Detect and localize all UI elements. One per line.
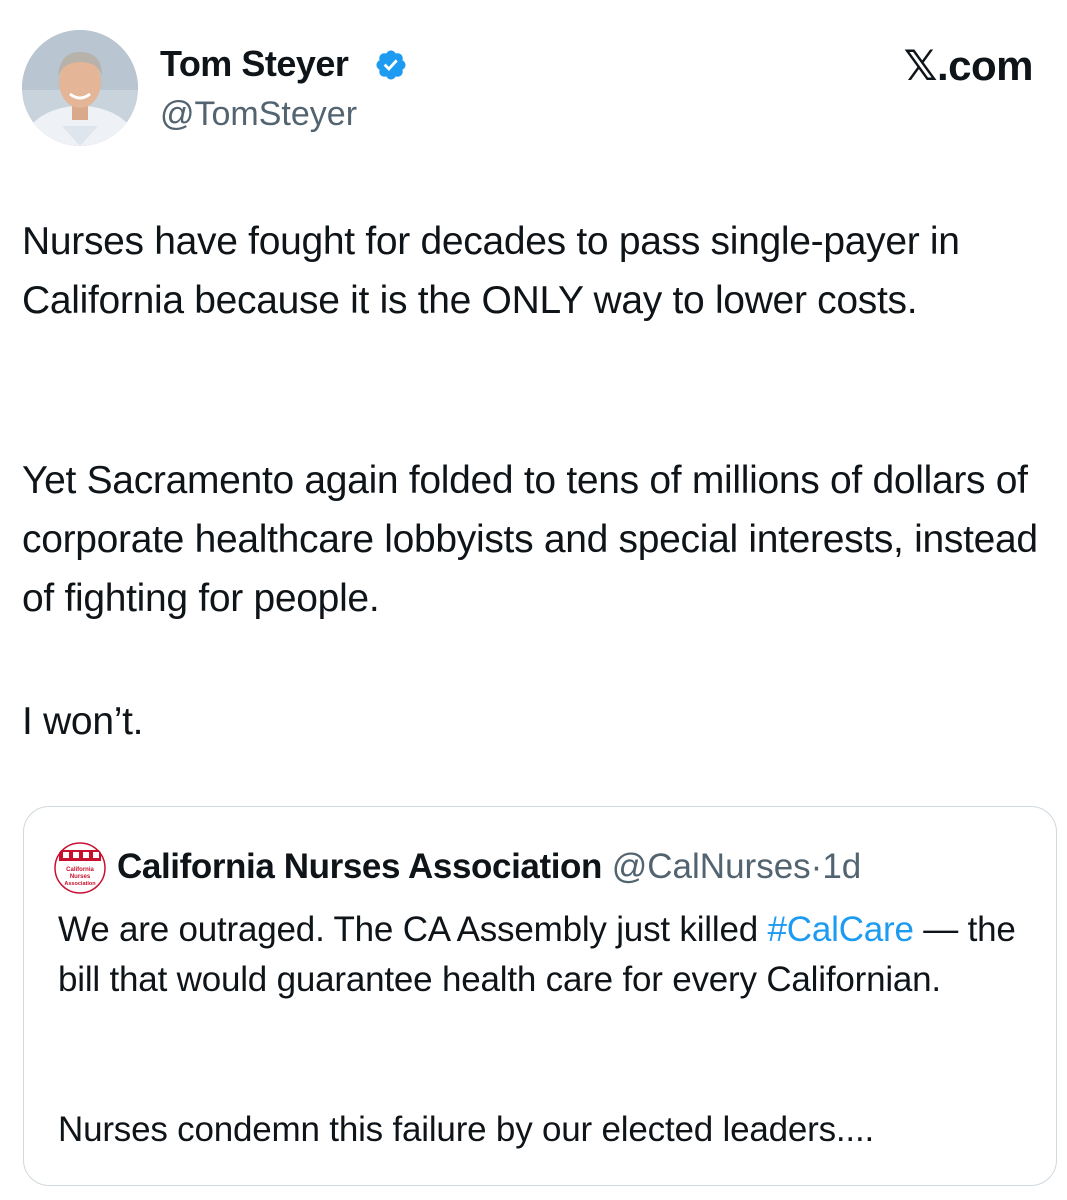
quoted-author-handle[interactable]: @CalNurses <box>612 847 811 886</box>
cna-logo-text-2: Nurses <box>70 874 91 880</box>
tweet-paragraph: I won’t. <box>22 700 144 743</box>
cna-logo-text-3: Association <box>64 881 96 887</box>
author-avatar[interactable] <box>22 30 138 146</box>
quoted-text-lead: We are outraged. The CA Assembly just ki… <box>58 910 768 949</box>
quoted-post-paragraph: Nurses condemn this failure by our elect… <box>58 1110 875 1149</box>
quoted-author-name[interactable]: California Nurses Association <box>117 847 602 886</box>
brand-suffix: .com <box>936 42 1034 89</box>
x-com-label: 𝕏.com <box>903 40 1034 92</box>
x-logo-icon: 𝕏 <box>903 41 938 90</box>
separator-dot: · <box>810 847 823 886</box>
verified-badge-icon <box>376 50 406 80</box>
quoted-post-paragraph: We are outraged. The CA Assembly just ki… <box>58 905 1048 1005</box>
quoted-post-time[interactable]: 1d <box>822 847 861 886</box>
author-name[interactable]: Tom Steyer <box>160 42 349 86</box>
quoted-post-card[interactable]: California Nurses Association California… <box>23 806 1057 1186</box>
author-photo <box>22 30 138 146</box>
hashtag-link[interactable]: #CalCare <box>768 910 914 949</box>
quoted-post-header: California Nurses Association @CalNurses… <box>117 845 861 889</box>
tweet-paragraph: Nurses have fought for decades to pass s… <box>22 220 960 322</box>
author-handle[interactable]: @TomSteyer <box>160 93 357 135</box>
cna-logo-text-1: California <box>66 867 94 873</box>
quoted-author-avatar[interactable]: California Nurses Association <box>54 842 106 894</box>
cna-logo-icon: California Nurses Association <box>54 842 106 894</box>
tweet-paragraph: Yet Sacramento again folded to tens of m… <box>22 459 1038 620</box>
